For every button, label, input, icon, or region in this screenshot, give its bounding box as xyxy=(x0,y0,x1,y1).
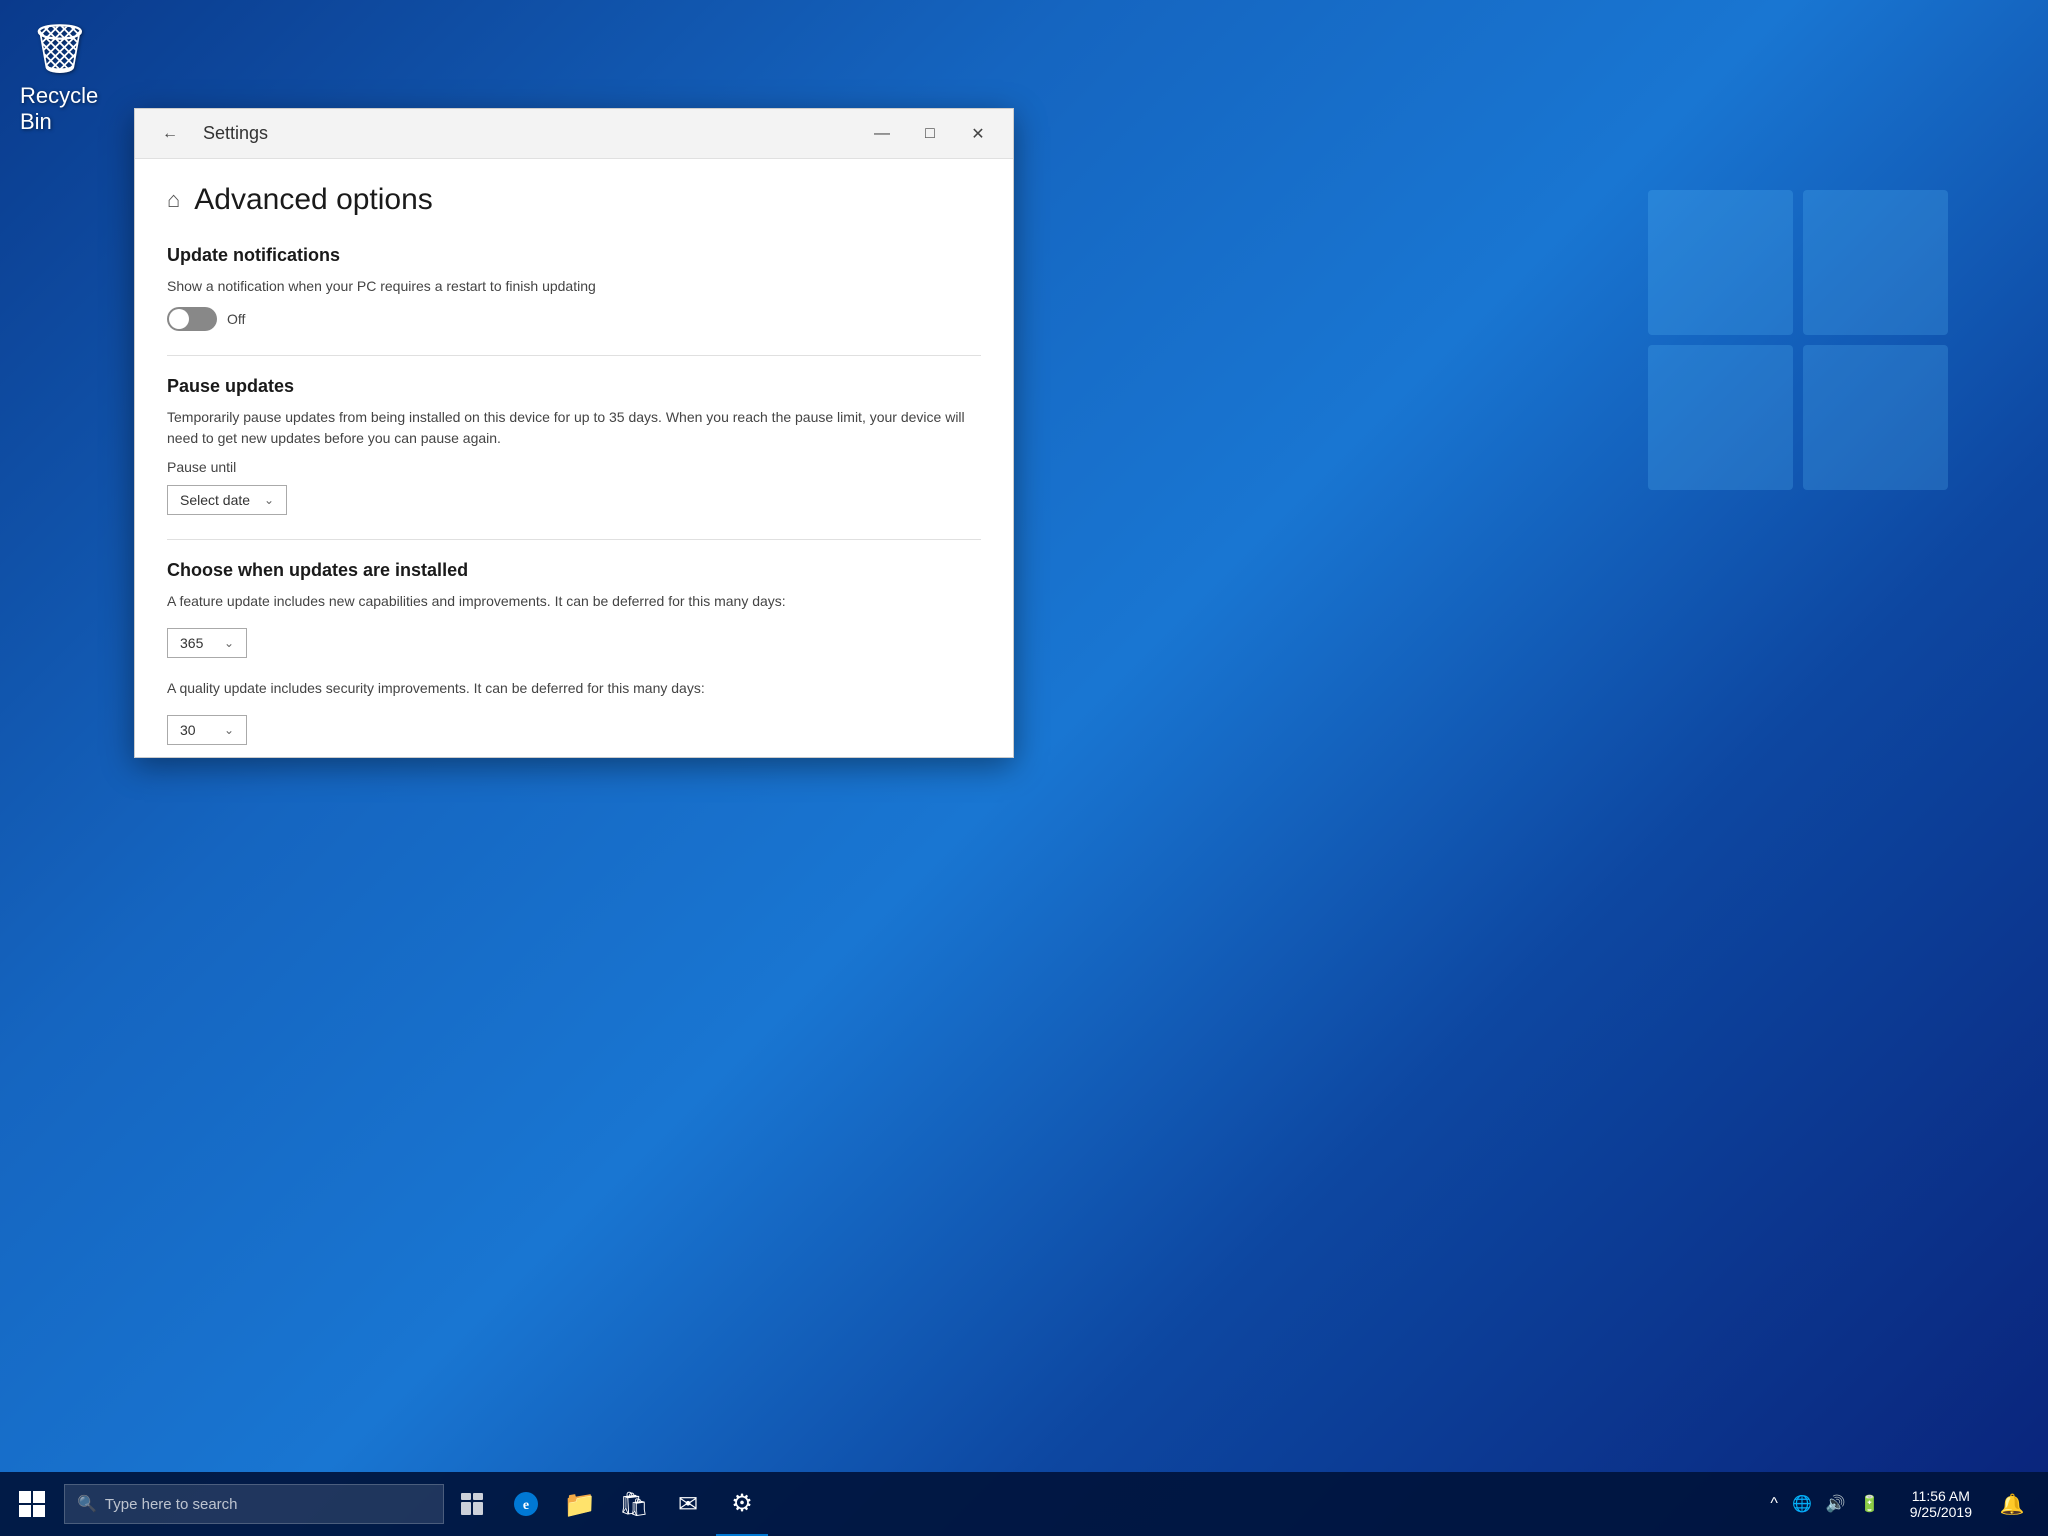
system-tray: ^ 🌐 🔊 🔋 xyxy=(1756,1472,1893,1536)
task-view-button[interactable] xyxy=(446,1472,498,1536)
quality-days-dropdown[interactable]: 30 ⌄ xyxy=(167,715,247,745)
close-button[interactable]: ✕ xyxy=(955,111,1001,157)
pause-until-arrow: ⌄ xyxy=(264,493,274,507)
recycle-bin-label: Recycle Bin xyxy=(20,83,100,135)
pause-until-value: Select date xyxy=(180,492,250,508)
recycle-bin[interactable]: 🗑 Recycle Bin xyxy=(20,20,100,135)
recycle-bin-icon: 🗑 xyxy=(30,20,91,77)
feature-update-desc: A feature update includes new capabiliti… xyxy=(167,591,981,612)
clock-date: 9/25/2019 xyxy=(1910,1504,1972,1520)
section-pause-updates: Pause updates Temporarily pause updates … xyxy=(167,376,981,515)
pause-until-label: Pause until xyxy=(167,459,981,475)
search-placeholder: Type here to search xyxy=(105,1496,431,1513)
notification-icon: 🔔 xyxy=(2000,1492,2025,1517)
notification-toggle-label: Off xyxy=(227,311,245,327)
taskbar: 🔍 Type here to search e 📁 🛍 ✉ ⚙ ^ xyxy=(0,1472,2048,1536)
quality-update-desc: A quality update includes security impro… xyxy=(167,678,981,699)
network-icon[interactable]: 🌐 xyxy=(1786,1490,1818,1518)
pause-updates-heading: Pause updates xyxy=(167,376,981,397)
page-title: Advanced options xyxy=(194,183,433,217)
section-choose-when: Choose when updates are installed A feat… xyxy=(167,560,981,745)
start-button[interactable] xyxy=(4,1472,60,1536)
explorer-button[interactable]: 📁 xyxy=(554,1472,606,1536)
tray-chevron[interactable]: ^ xyxy=(1764,1491,1784,1517)
divider-2 xyxy=(167,539,981,540)
settings-taskbar-button[interactable]: ⚙ xyxy=(716,1472,768,1536)
search-bar[interactable]: 🔍 Type here to search xyxy=(64,1484,444,1524)
settings-content: ⌂ Advanced options Update notifications … xyxy=(135,159,1013,757)
window-title: Settings xyxy=(203,123,268,144)
feature-days-dropdown[interactable]: 365 ⌄ xyxy=(167,628,247,658)
svg-text:e: e xyxy=(523,1498,529,1513)
battery-icon[interactable]: 🔋 xyxy=(1854,1490,1886,1518)
notification-button[interactable]: 🔔 xyxy=(1988,1472,2036,1536)
home-icon[interactable]: ⌂ xyxy=(167,187,180,213)
clock[interactable]: 11:56 AM 9/25/2019 xyxy=(1898,1472,1984,1536)
notification-toggle[interactable] xyxy=(167,307,217,331)
feature-days-arrow: ⌄ xyxy=(224,636,234,650)
update-notifications-desc: Show a notification when your PC require… xyxy=(167,276,981,297)
section-update-notifications: Update notifications Show a notification… xyxy=(167,245,981,331)
back-button[interactable]: ← xyxy=(147,111,193,157)
edge-button[interactable]: e xyxy=(500,1472,552,1536)
pause-until-dropdown[interactable]: Select date ⌄ xyxy=(167,485,287,515)
feature-days-value: 365 xyxy=(180,635,203,651)
quality-days-arrow: ⌄ xyxy=(224,723,234,737)
windows-logo xyxy=(1638,180,1958,500)
volume-icon[interactable]: 🔊 xyxy=(1820,1490,1852,1518)
mail-button[interactable]: ✉ xyxy=(662,1472,714,1536)
maximize-button[interactable]: □ xyxy=(907,111,953,157)
notification-toggle-row: Off xyxy=(167,307,981,331)
title-bar-controls: — □ ✕ xyxy=(859,111,1001,157)
quality-days-value: 30 xyxy=(180,722,196,738)
title-bar: ← Settings — □ ✕ xyxy=(135,109,1013,159)
store-button[interactable]: 🛍 xyxy=(608,1472,660,1536)
settings-window: ← Settings — □ ✕ ⌂ Advanced options Upda… xyxy=(134,108,1014,758)
title-bar-left: ← Settings xyxy=(147,111,268,157)
minimize-button[interactable]: — xyxy=(859,111,905,157)
divider-1 xyxy=(167,355,981,356)
clock-time: 11:56 AM xyxy=(1912,1488,1970,1504)
taskbar-right: ^ 🌐 🔊 🔋 11:56 AM 9/25/2019 🔔 xyxy=(1756,1472,2044,1536)
pause-updates-desc: Temporarily pause updates from being ins… xyxy=(167,407,981,449)
update-notifications-heading: Update notifications xyxy=(167,245,981,266)
page-header: ⌂ Advanced options xyxy=(167,183,981,217)
search-icon: 🔍 xyxy=(77,1494,97,1514)
choose-when-heading: Choose when updates are installed xyxy=(167,560,981,581)
